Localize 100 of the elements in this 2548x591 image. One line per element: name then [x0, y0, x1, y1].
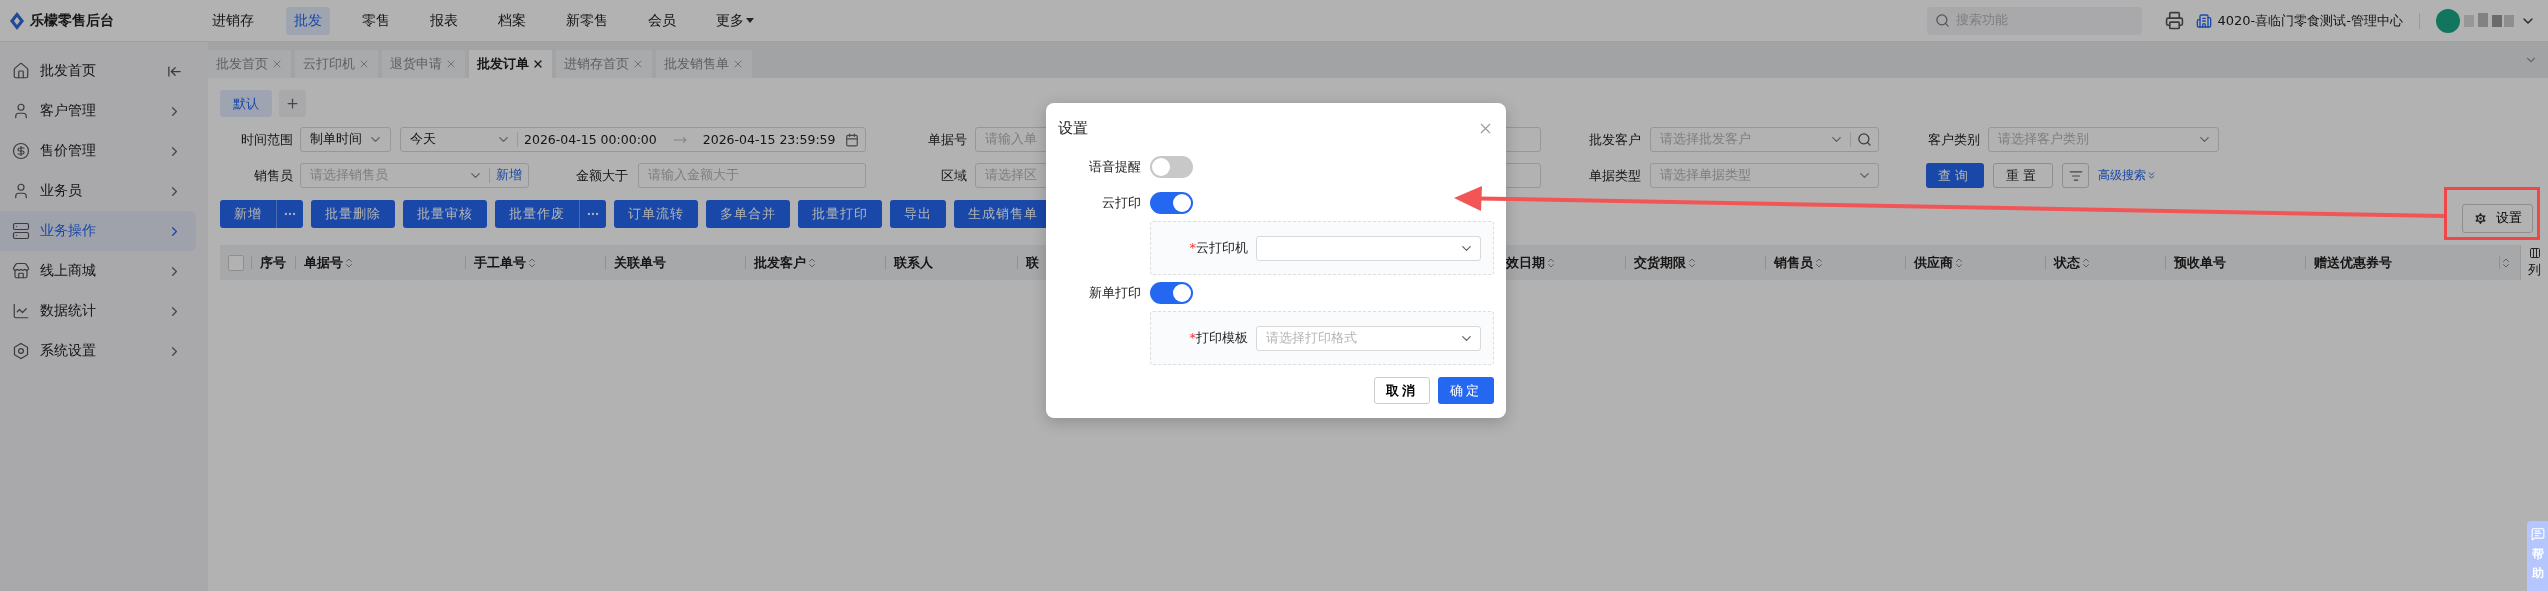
field-label: 时间范围 [241, 130, 293, 149]
add-link[interactable]: 新增 [496, 167, 522, 184]
toggle-switch[interactable] [1150, 156, 1193, 178]
field-label: *打印模板 [1189, 329, 1248, 347]
column-header: 预收单号 [2174, 253, 2226, 272]
sort-icon[interactable] [1686, 256, 1698, 269]
sidebar-item[interactable]: 系统设置 [0, 331, 196, 371]
user-icon [12, 102, 30, 120]
toggle-switch[interactable] [1150, 192, 1193, 214]
sidebar-item[interactable]: 业务操作 [0, 211, 196, 251]
list-filter-icon [2068, 168, 2083, 183]
filter-list-button[interactable] [2062, 163, 2089, 188]
query-button[interactable]: 查询 [1926, 163, 1984, 188]
building-icon [2195, 12, 2212, 29]
toolbar-button[interactable]: 订单流转 [614, 200, 698, 228]
more-button[interactable] [276, 200, 303, 228]
toolbar-button[interactable]: 批量审核 [403, 200, 487, 228]
sidebar-item[interactable]: 批发首页 [0, 51, 196, 91]
date-range-field[interactable]: 今天 2026-04-15 00:00:00 2026-04-15 23:59:59 [400, 127, 866, 152]
field-label: 单据类型 [1589, 166, 1641, 185]
sort-icon[interactable] [1813, 256, 1825, 269]
sort-icon[interactable] [526, 256, 538, 269]
nav-item[interactable]: 新零售 [558, 6, 616, 35]
select-field[interactable]: 请选择打印格式 [1256, 325, 1481, 351]
close-icon[interactable] [532, 58, 544, 70]
field-label: 单据号 [928, 130, 967, 149]
sort-icon[interactable] [1953, 256, 1965, 269]
toolbar-button[interactable]: 多单合并 [706, 200, 790, 228]
column-header: 供应商 [1914, 253, 1953, 272]
sort-icon[interactable] [806, 256, 818, 269]
more-button[interactable] [579, 200, 606, 228]
avatar[interactable] [2436, 8, 2460, 33]
column-header: 效日期 [1506, 253, 1545, 272]
setting-label: 语音提醒 [1089, 158, 1141, 176]
nav-item[interactable]: 零售 [354, 6, 398, 35]
add-view-button[interactable] [279, 90, 306, 117]
column-header: 序号 [260, 253, 286, 272]
select-field[interactable] [1256, 235, 1481, 261]
search-icon[interactable] [1857, 132, 1872, 147]
nav-item[interactable]: 报表 [422, 6, 466, 35]
page-tab[interactable]: 进销存首页 [556, 50, 652, 78]
nav-item[interactable]: 更多 [708, 6, 762, 35]
toolbar-button[interactable]: 批量打印 [798, 200, 882, 228]
column-header: 单据号 [304, 253, 343, 272]
page-tab[interactable]: 云打印机 [295, 50, 378, 78]
toggle-switch[interactable] [1150, 282, 1193, 304]
nav-item[interactable]: 会员 [640, 6, 684, 35]
toolbar-button[interactable]: 导出 [890, 200, 946, 228]
column-header: 交货期限 [1634, 253, 1686, 272]
sidebar-item[interactable]: 业务员 [0, 171, 196, 211]
select-field[interactable]: 制单时间 [300, 127, 391, 152]
field-label: 客户类别 [1928, 130, 1980, 149]
column-header: 关联单号 [614, 253, 666, 272]
toolbar-button[interactable]: 新增 [220, 200, 276, 228]
field-label: 区域 [941, 166, 967, 185]
columns-icon [2528, 246, 2541, 259]
column-settings-button[interactable]: 列 [2520, 245, 2548, 280]
sidebar-item[interactable]: 数据统计 [0, 291, 196, 331]
organization-name[interactable]: 4020-喜临门零食测试-管理中心 [2217, 11, 2403, 30]
page-tab[interactable]: 退货申请 [382, 50, 465, 78]
column-header: 手工单号 [474, 253, 526, 272]
field-label: 批发客户 [1589, 130, 1641, 149]
page-tab[interactable]: 批发首页 [208, 50, 291, 78]
settings-icon [2473, 210, 2488, 226]
toolbar-button[interactable]: 批量删除 [311, 200, 395, 228]
sort-icon[interactable] [2080, 256, 2092, 269]
message-icon [2530, 527, 2545, 541]
user-icon [12, 182, 30, 200]
column-header: 状态 [2054, 253, 2080, 272]
column-header: 联 [1026, 253, 1039, 272]
sort-icon[interactable] [343, 256, 355, 269]
nav-item[interactable]: 进销存 [204, 6, 262, 35]
field-label: 销售员 [254, 166, 293, 185]
ok-button[interactable]: 确定 [1438, 377, 1494, 404]
page-tab[interactable]: 批发销售单 [656, 50, 752, 78]
sidebar-item[interactable]: 售价管理 [0, 131, 196, 171]
view-tab[interactable]: 默认 [220, 90, 272, 117]
advanced-search-link[interactable]: 高级搜索 [2098, 167, 2157, 184]
setting-label: 云打印 [1102, 194, 1141, 212]
app-title: 乐檬零售后台 [30, 11, 114, 30]
calendar-icon[interactable] [845, 132, 859, 147]
logo-icon [10, 11, 24, 30]
chart-icon [12, 302, 30, 320]
column-header: 赠送优惠券号 [2314, 253, 2392, 272]
double-chevron-icon [2146, 170, 2157, 181]
nav-item[interactable]: 档案 [490, 6, 534, 35]
nav-item[interactable]: 批发 [286, 6, 330, 35]
printer-icon[interactable] [2164, 11, 2184, 30]
settings-button[interactable]: 设置 [2462, 203, 2533, 233]
toolbar-button[interactable]: 批量作废 [495, 200, 579, 228]
home-icon [12, 62, 30, 80]
reset-button[interactable]: 重置 [1993, 163, 2053, 188]
sort-icon[interactable] [2500, 256, 2512, 269]
cancel-button[interactable]: 取消 [1374, 377, 1430, 404]
sidebar-item[interactable]: 客户管理 [0, 91, 196, 131]
field-label: *云打印机 [1189, 239, 1248, 257]
sort-icon[interactable] [1545, 256, 1557, 269]
page-tab[interactable]: 批发订单 [469, 50, 552, 78]
sidebar-item[interactable]: 线上商城 [0, 251, 196, 291]
select-all-checkbox[interactable] [228, 254, 244, 271]
